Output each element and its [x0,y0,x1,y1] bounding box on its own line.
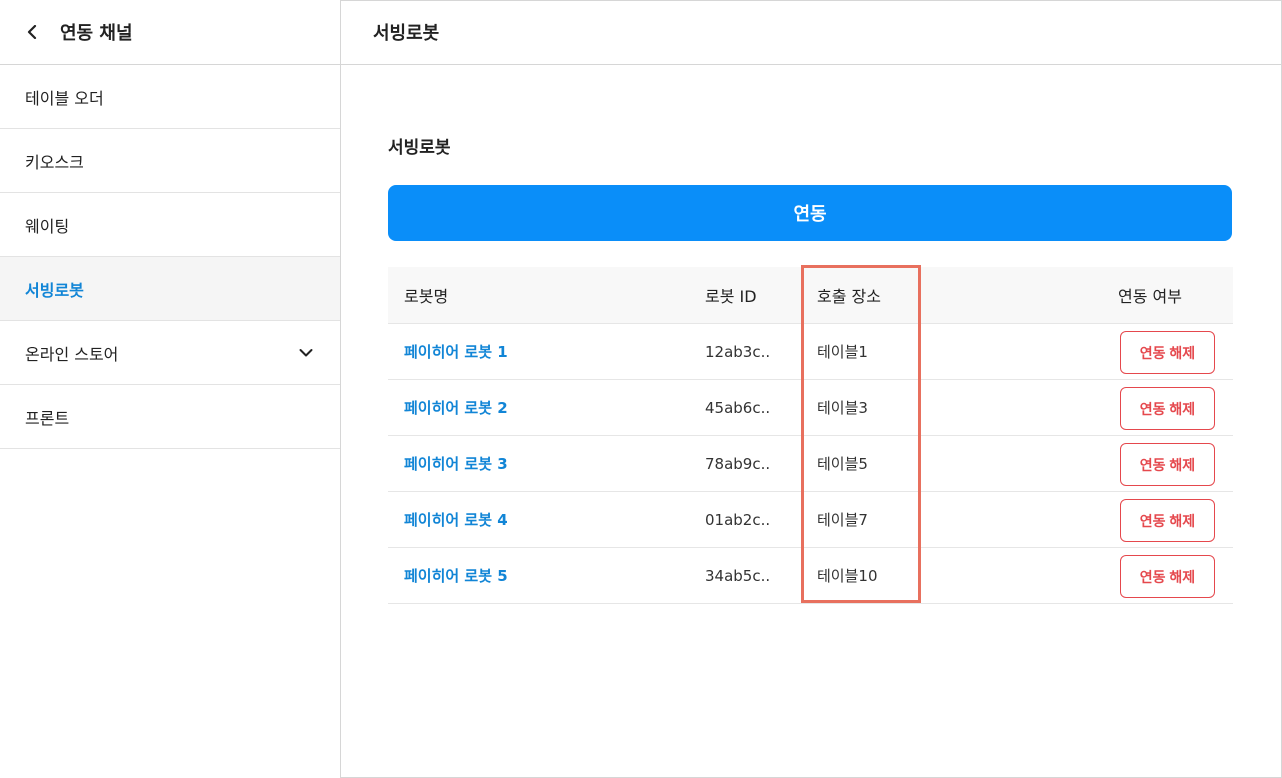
sidebar-item-label: 웨이팅 [25,216,70,236]
section-title: 서빙로봇 [388,138,451,158]
robot-name-link[interactable]: 페이히어 로봇 5 [404,565,508,586]
robot-id: 45ab6c.. [705,398,771,417]
sidebar-item-waiting[interactable]: 웨이팅 [0,193,340,257]
column-header-link-status: 연동 여부 [1118,287,1182,306]
call-location: 테이블10 [817,567,878,585]
sidebar-item-table-order[interactable]: 테이블 오더 [0,65,340,129]
call-location: 테이블3 [817,399,868,417]
robot-id: 78ab9c.. [705,454,771,473]
table-header: 로봇명 로봇 ID 호출 장소 연동 여부 [388,267,1233,324]
call-location: 테이블7 [817,511,868,529]
robot-id: 12ab3c.. [705,342,771,361]
robot-id: 01ab2c.. [705,510,771,529]
main-header: 서빙로봇 [341,0,1282,65]
chevron-down-icon[interactable] [298,345,314,361]
unlink-button[interactable]: 연동 해제 [1120,331,1215,374]
sidebar-item-online-store[interactable]: 온라인 스토어 [0,321,340,385]
unlink-button[interactable]: 연동 해제 [1120,387,1215,430]
sidebar-title: 연동 채널 [60,23,133,44]
robot-name-link[interactable]: 페이히어 로봇 4 [404,509,508,530]
sidebar-item-label: 테이블 오더 [25,88,104,108]
sidebar-item-label: 온라인 스토어 [25,344,119,364]
call-location: 테이블5 [817,455,868,473]
table-row: 페이히어 로봇 2 45ab6c.. 테이블3 연동 해제 [388,380,1233,436]
column-header-call-location: 호출 장소 [817,287,881,306]
unlink-button[interactable]: 연동 해제 [1120,443,1215,486]
sidebar-item-label: 프론트 [25,408,70,428]
sidebar-item-label: 키오스크 [25,152,84,172]
sidebar-item-serving-robot[interactable]: 서빙로봇 [0,257,340,321]
robot-name-link[interactable]: 페이히어 로봇 1 [404,341,508,362]
link-button[interactable]: 연동 [388,185,1232,241]
unlink-button[interactable]: 연동 해제 [1120,555,1215,598]
sidebar-item-kiosk[interactable]: 키오스크 [0,129,340,193]
table-row: 페이히어 로봇 3 78ab9c.. 테이블5 연동 해제 [388,436,1233,492]
robot-name-link[interactable]: 페이히어 로봇 2 [404,397,508,418]
column-header-robot-name: 로봇명 [404,287,449,306]
column-header-robot-id: 로봇 ID [705,287,757,306]
main-panel: 서빙로봇 서빙로봇 연동 로봇명 로봇 ID 호출 장소 연동 여부 페이히어 … [341,0,1282,778]
robot-id: 34ab5c.. [705,566,771,585]
table-row: 페이히어 로봇 5 34ab5c.. 테이블10 연동 해제 [388,548,1233,604]
sidebar-item-label: 서빙로봇 [25,280,84,300]
table-row: 페이히어 로봇 4 01ab2c.. 테이블7 연동 해제 [388,492,1233,548]
chevron-left-icon[interactable] [22,21,44,43]
sidebar: 연동 채널 테이블 오더 키오스크 웨이팅 서빙로봇 온라인 스토어 프론트 [0,0,341,778]
call-location: 테이블1 [817,343,868,361]
page-title: 서빙로봇 [373,23,440,44]
robot-table: 로봇명 로봇 ID 호출 장소 연동 여부 페이히어 로봇 1 12ab3c..… [388,267,1233,604]
sidebar-header: 연동 채널 [0,0,340,65]
table-row: 페이히어 로봇 1 12ab3c.. 테이블1 연동 해제 [388,324,1233,380]
sidebar-item-front[interactable]: 프론트 [0,385,340,449]
robot-name-link[interactable]: 페이히어 로봇 3 [404,453,508,474]
unlink-button[interactable]: 연동 해제 [1120,499,1215,542]
